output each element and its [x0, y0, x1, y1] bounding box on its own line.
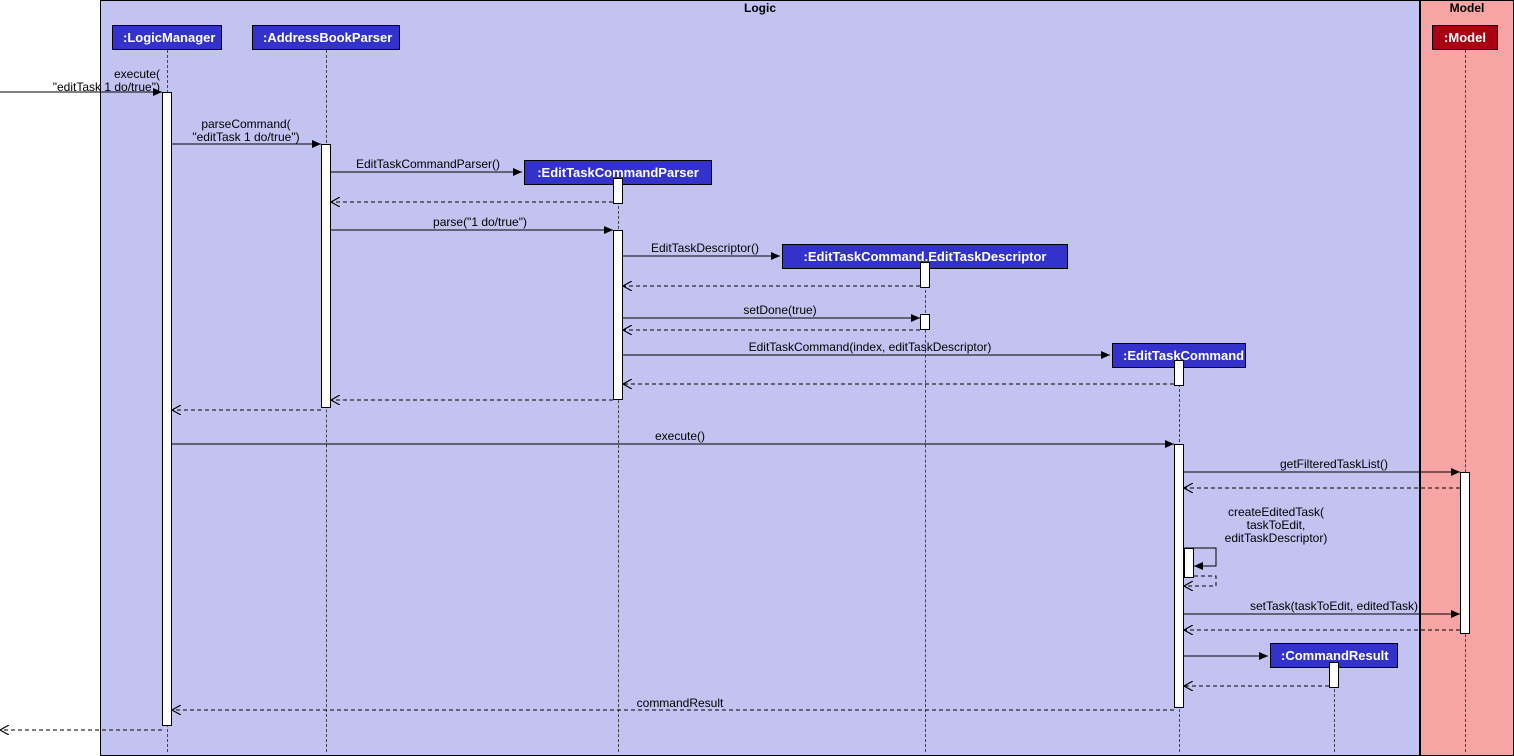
activation-editcmd-2 [1174, 444, 1184, 708]
sequence-diagram: Logic Model :LogicManager :AddressBookPa… [0, 0, 1514, 756]
activation-logic-manager [162, 92, 172, 726]
msg-parse-command: parseCommand( "editTask 1 do/true") [172, 118, 320, 144]
activation-address-book-parser [321, 144, 331, 408]
activation-descriptor-2 [920, 314, 930, 330]
participant-model: :Model [1432, 25, 1498, 50]
msg-execute: execute() [600, 430, 760, 443]
msg-etdesc-ctor: EditTaskDescriptor() [630, 242, 780, 255]
activation-editcmd-self [1184, 548, 1194, 578]
frame-logic: Logic [100, 0, 1420, 756]
msg-parse: parse("1 do/true") [380, 216, 580, 229]
msg-commandresult: commandResult [580, 697, 780, 710]
msg-createeditedtask: createEditedTask( taskToEdit, editTaskDe… [1186, 506, 1366, 546]
msg-getfilteredtasklist: getFilteredTaskList() [1224, 458, 1444, 471]
lifeline-model [1465, 50, 1466, 752]
activation-parser-2 [613, 230, 623, 400]
msg-execute-in: execute( "editTask 1 do/true") [30, 68, 160, 94]
participant-address-book-parser: :AddressBookParser [252, 25, 400, 50]
frame-model: Model [1420, 0, 1514, 756]
activation-editcmd-1 [1174, 360, 1184, 386]
activation-model [1460, 472, 1470, 634]
activation-parser-1 [613, 178, 623, 204]
frame-logic-title: Logic [738, 1, 782, 15]
frame-model-title: Model [1444, 1, 1491, 15]
activation-command-result [1329, 662, 1339, 688]
msg-settask: setTask(taskToEdit, editedTask) [1224, 600, 1444, 613]
msg-etc-ctor: EditTaskCommand(index, editTaskDescripto… [660, 341, 1080, 354]
activation-descriptor-1 [920, 262, 930, 288]
msg-setdone: setDone(true) [700, 304, 860, 317]
msg-etcparser-ctor: EditTaskCommandParser() [338, 158, 518, 171]
participant-logic-manager: :LogicManager [112, 25, 222, 50]
